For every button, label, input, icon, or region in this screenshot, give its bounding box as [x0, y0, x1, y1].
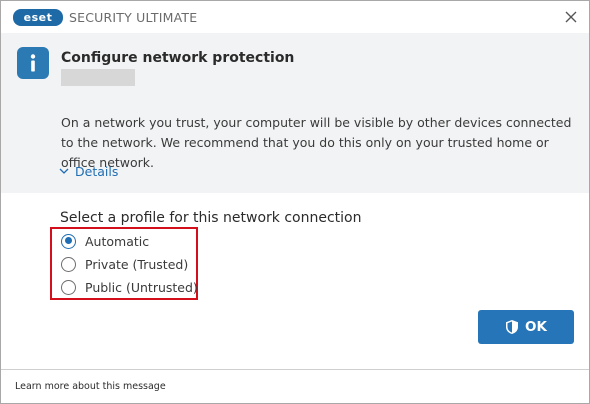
dialog-window: eset SECURITY ULTIMATE Configure network… — [0, 0, 590, 404]
details-label: Details — [75, 163, 119, 179]
learn-more-link[interactable]: Learn more about this message — [15, 381, 166, 392]
radio-automatic[interactable]: Automatic — [61, 232, 149, 250]
ok-label: OK — [525, 319, 547, 335]
radio-private[interactable]: Private (Trusted) — [61, 255, 188, 273]
network-name-redacted — [61, 69, 135, 86]
chevron-down-icon — [59, 168, 69, 174]
dialog-description: On a network you trust, your computer wi… — [61, 115, 572, 170]
profile-prompt: Select a profile for this network connec… — [60, 210, 362, 226]
eset-logo: eset — [13, 9, 63, 26]
info-icon — [17, 47, 49, 79]
dialog-header: Configure network protection On a networ… — [1, 33, 589, 193]
radio-label: Public (Untrusted) — [85, 279, 198, 295]
product-name: SECURITY ULTIMATE — [69, 10, 198, 25]
radio-button[interactable] — [61, 233, 76, 249]
radio-button[interactable] — [61, 279, 76, 295]
details-toggle[interactable]: Details — [58, 163, 118, 179]
title-bar: eset SECURITY ULTIMATE — [1, 1, 589, 33]
radio-public[interactable]: Public (Untrusted) — [61, 278, 198, 296]
radio-label: Automatic — [85, 233, 150, 249]
radio-button[interactable] — [61, 256, 76, 272]
close-icon — [565, 11, 577, 23]
shield-icon — [506, 320, 519, 334]
radio-label: Private (Trusted) — [85, 256, 189, 272]
close-button[interactable] — [561, 7, 581, 27]
dialog-title: Configure network protection — [61, 50, 295, 66]
ok-button[interactable]: OK — [478, 310, 574, 344]
footer-divider — [1, 369, 589, 370]
